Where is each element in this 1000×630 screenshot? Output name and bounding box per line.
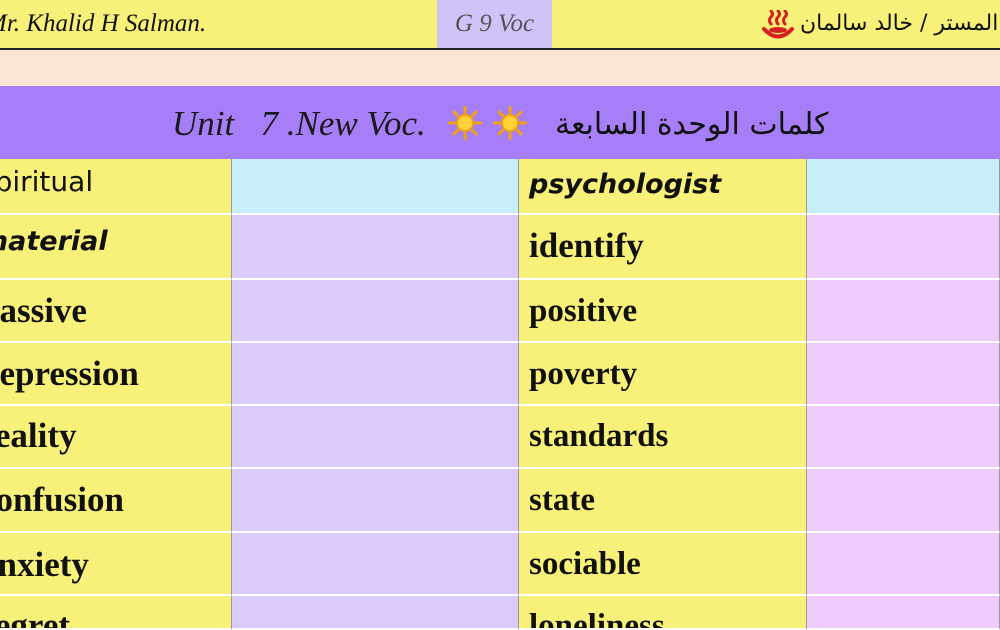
vocab-word: loneliness	[529, 608, 665, 630]
vocab-word: psychologist	[529, 169, 722, 200]
term-cell-right: identify	[519, 215, 807, 280]
term-cell-right: standards	[519, 406, 807, 469]
term-cell-left: spiritual	[0, 159, 232, 215]
term-cell-left: material	[0, 215, 232, 280]
answer-cell-left[interactable]	[232, 159, 519, 215]
answer-cell-right[interactable]	[807, 406, 1000, 469]
vocab-word: confusion	[0, 480, 124, 519]
answer-cell-left[interactable]	[232, 533, 519, 596]
vocab-word: spiritual	[0, 165, 94, 198]
answer-cell-left[interactable]	[232, 280, 519, 343]
term-cell-right: psychologist	[519, 159, 807, 215]
sun-icon	[493, 106, 527, 140]
term-cell-right: poverty	[519, 343, 807, 406]
vocab-word: material	[0, 226, 108, 257]
vocab-word: identify	[529, 226, 644, 265]
term-cell-left: anxiety	[0, 533, 232, 596]
answer-cell-left[interactable]	[232, 406, 519, 469]
teacher-name-english: Mr. Khalid H Salman.	[0, 10, 207, 37]
answer-cell-right[interactable]	[807, 215, 1000, 280]
answer-cell-right[interactable]	[807, 596, 1000, 630]
term-cell-right: sociable	[519, 533, 807, 596]
vocab-word: state	[529, 482, 595, 518]
vocab-word: positive	[529, 293, 638, 329]
term-cell-left: regret	[0, 596, 232, 630]
vocab-word: reality	[0, 416, 77, 455]
teacher-name-arabic: المستر / خالد سالمان	[800, 11, 999, 36]
term-cell-right: loneliness	[519, 596, 807, 630]
vocab-word: sociable	[529, 546, 641, 582]
term-cell-right: state	[519, 469, 807, 533]
vocab-word: regret	[0, 606, 71, 630]
answer-cell-right[interactable]	[807, 343, 1000, 406]
vocab-word: standards	[529, 418, 669, 454]
unit-title-english: Unit 7 .New Voc.	[172, 104, 426, 143]
answer-cell-left[interactable]	[232, 343, 519, 406]
term-cell-right: positive	[519, 280, 807, 343]
term-cell-left: depression	[0, 343, 232, 406]
hot-springs-icon	[762, 10, 794, 39]
answer-cell-left[interactable]	[232, 215, 519, 280]
term-cell-left: passive	[0, 280, 232, 343]
answer-cell-right[interactable]	[807, 533, 1000, 596]
sun-icon	[448, 106, 482, 140]
spacer-band	[0, 50, 1000, 86]
term-cell-left: reality	[0, 406, 232, 469]
vocab-word: anxiety	[0, 545, 89, 584]
answer-cell-right[interactable]	[807, 280, 1000, 343]
grade-label: G 9 Voc	[454, 10, 535, 37]
answer-cell-right[interactable]	[807, 159, 1000, 215]
term-cell-left: confusion	[0, 469, 232, 533]
vocab-word: passive	[0, 291, 87, 330]
answer-cell-left[interactable]	[232, 469, 519, 533]
answer-cell-left[interactable]	[232, 596, 519, 630]
vocab-word: poverty	[529, 356, 638, 392]
unit-title-arabic: كلمات الوحدة السابعة	[555, 107, 829, 142]
answer-cell-right[interactable]	[807, 469, 1000, 533]
vocab-word: depression	[0, 354, 139, 393]
